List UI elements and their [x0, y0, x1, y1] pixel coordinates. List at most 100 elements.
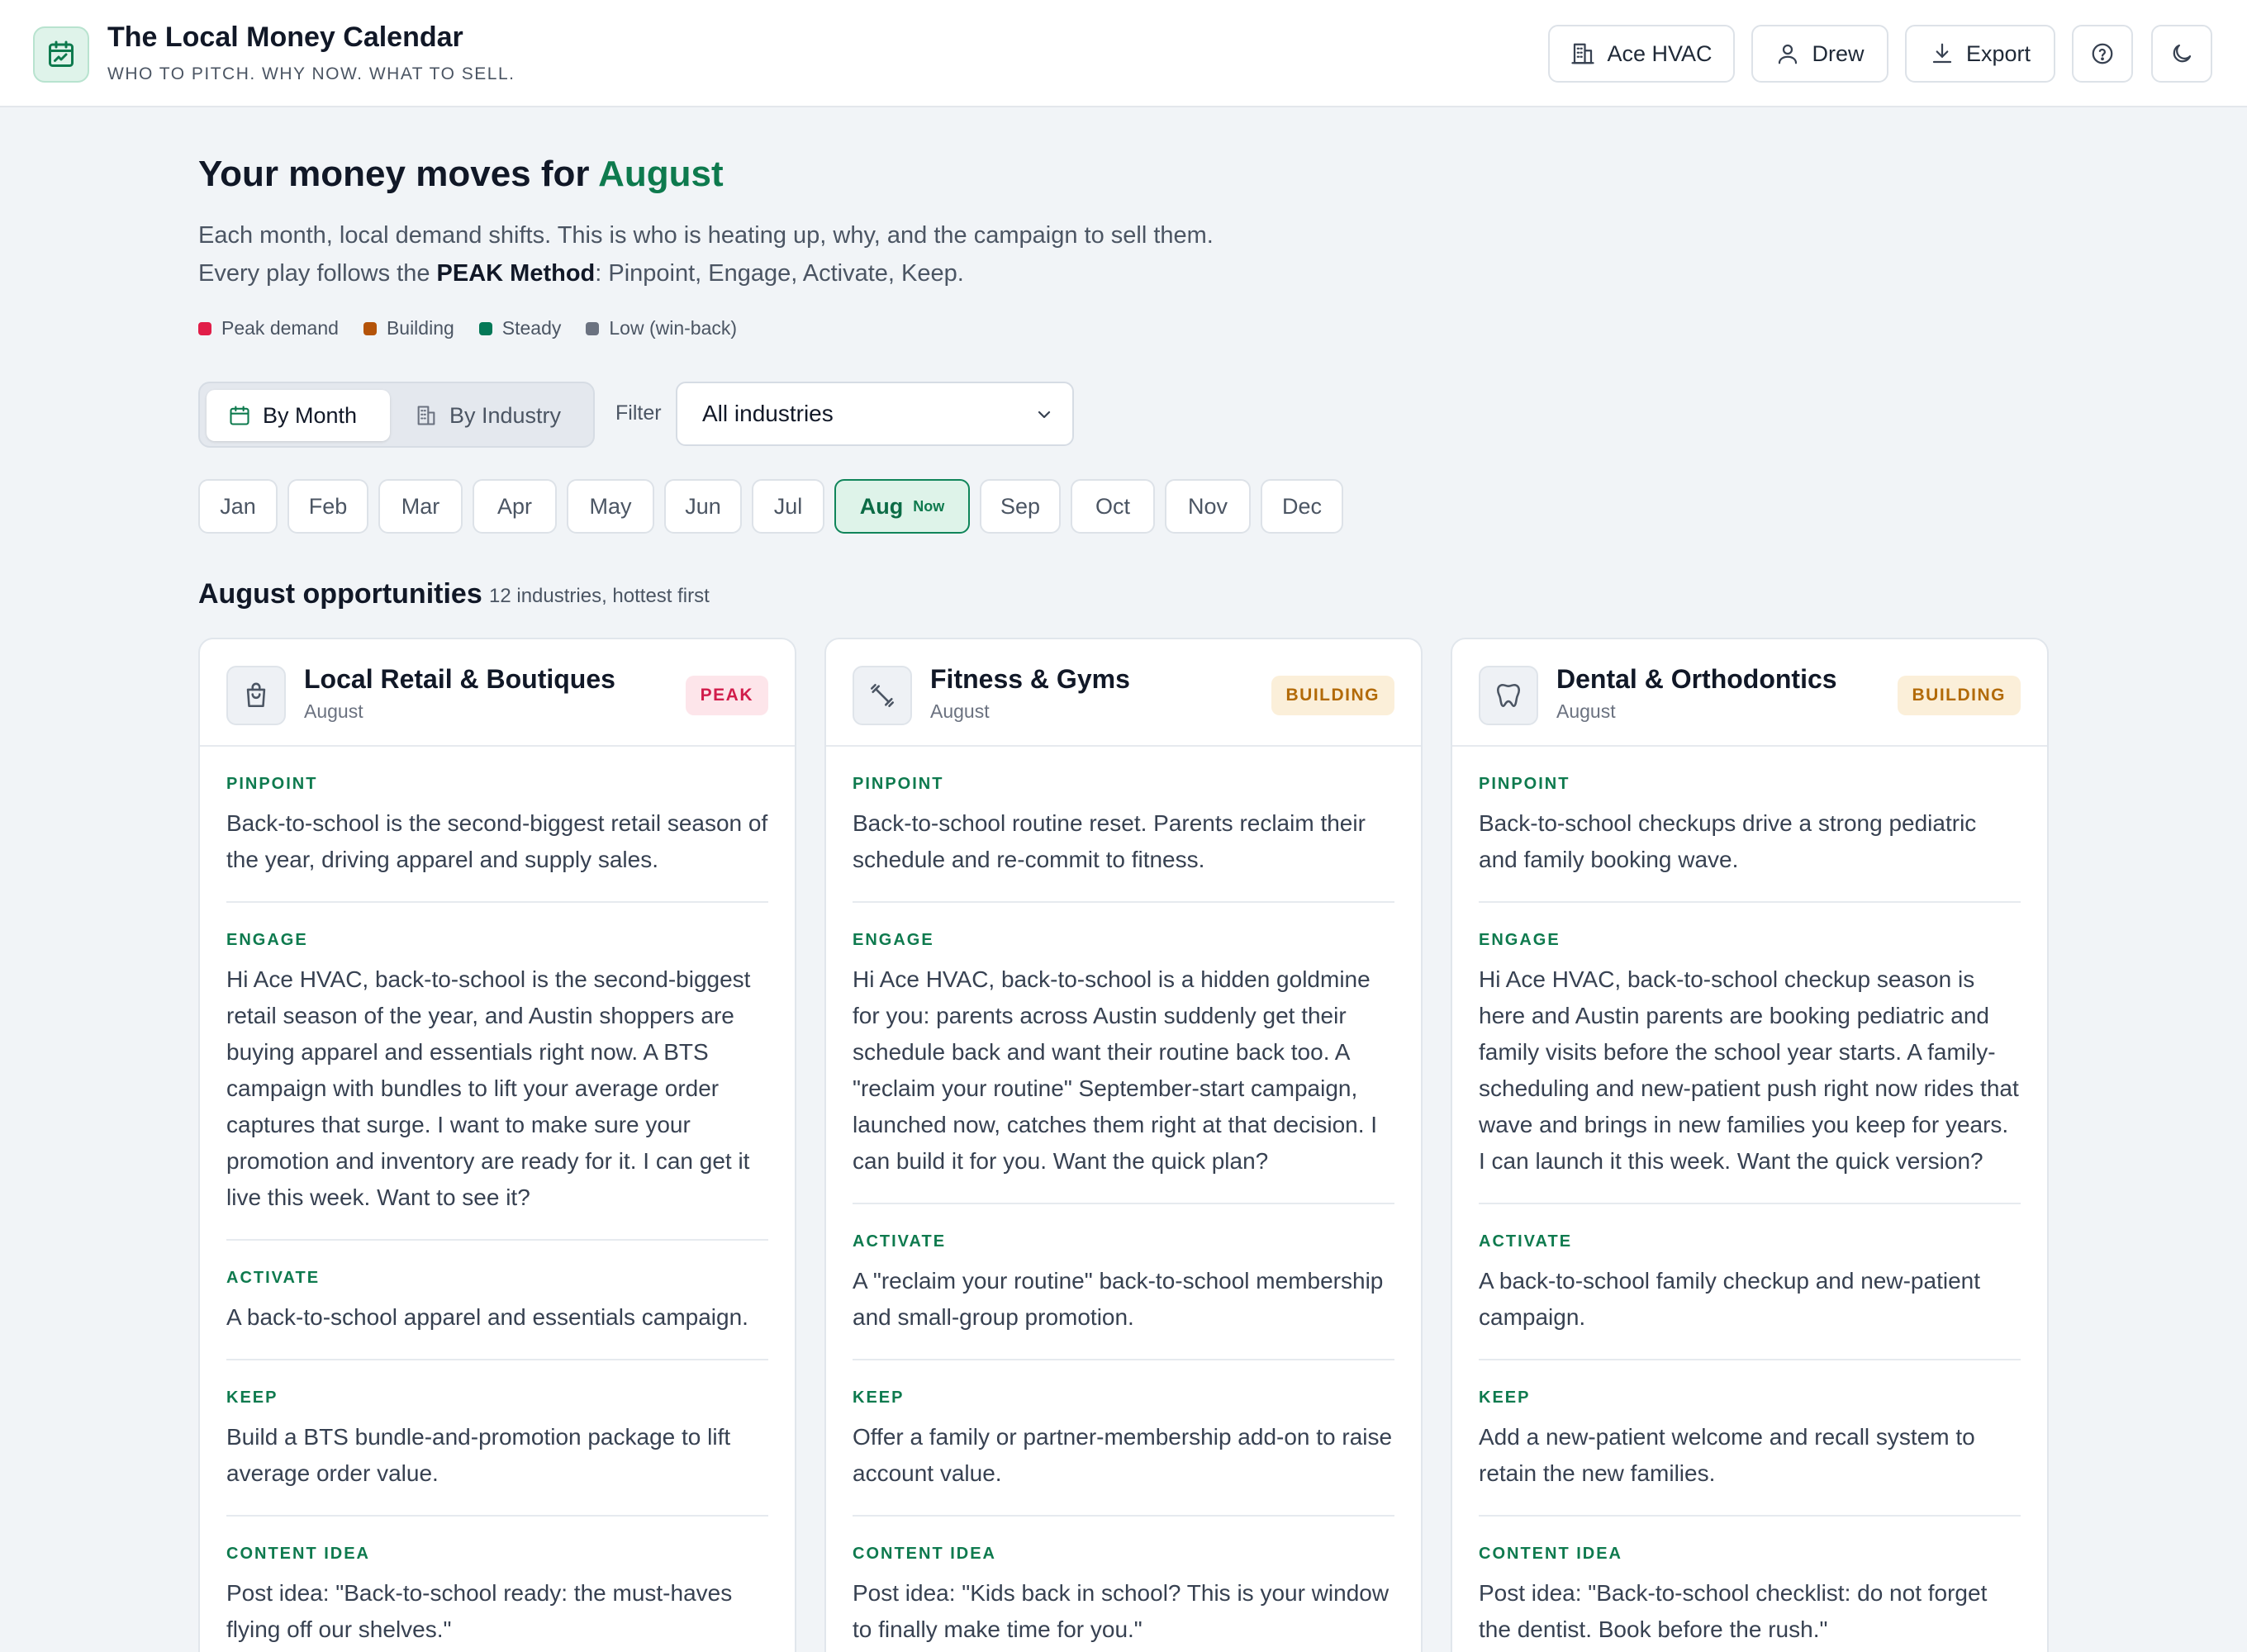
keep-text: Add a new-patient welcome and recall sys…: [1479, 1424, 1975, 1486]
user-label: Drew: [1812, 40, 1865, 66]
month-jul-button[interactable]: Jul: [752, 479, 824, 534]
content-idea-text: Post idea: "Back-to-school checklist: do…: [1479, 1580, 1988, 1642]
month-oct-button[interactable]: Oct: [1071, 479, 1155, 534]
industry-filter-select[interactable]: All industries: [676, 382, 1074, 446]
theme-toggle-button[interactable]: [2151, 25, 2212, 83]
section-label: PINPOINT: [1479, 775, 1570, 793]
description-line-1: Each month, local demand shifts. This is…: [198, 222, 1214, 249]
filter-label: Filter: [615, 401, 662, 425]
moon-icon: [2173, 44, 2192, 63]
keep-text: Build a BTS bundle-and-promotion package…: [226, 1424, 731, 1486]
demand-badge: BUILDING: [1271, 676, 1394, 715]
content-idea-section: CONTENT IDEA Post idea: "Back-to-school …: [226, 1517, 768, 1652]
business-switcher-button[interactable]: Ace HVAC: [1548, 25, 1735, 83]
page-title-prefix: Your money moves for: [198, 154, 590, 194]
month-nov-button[interactable]: Nov: [1165, 479, 1251, 534]
page-title: Your money moves for August: [198, 154, 724, 195]
user-button[interactable]: Drew: [1751, 25, 1888, 83]
keep-section: KEEP Add a new-patient welcome and recal…: [1479, 1360, 2021, 1517]
engage-text: Hi Ace HVAC, back-to-school is a hidden …: [853, 966, 1378, 1174]
filter-selected-value: All industries: [702, 401, 834, 426]
download-icon: [1932, 43, 1952, 64]
keep-section: KEEP Offer a family or partner-membershi…: [853, 1360, 1394, 1517]
month-jan-button[interactable]: Jan: [198, 479, 278, 534]
shopping-bag-icon: [226, 666, 286, 725]
card-title: Fitness & Gyms: [930, 664, 1130, 694]
section-label: KEEP: [853, 1389, 905, 1407]
activate-section: ACTIVATE A back-to-school family checkup…: [1479, 1204, 2021, 1360]
description-prefix: Every play follows the: [198, 260, 430, 287]
top-bar: The Local Money Calendar WHO TO PITCH. W…: [0, 0, 2247, 107]
card-month: August: [930, 700, 990, 722]
month-mar-button[interactable]: Mar: [378, 479, 463, 534]
industry-card: Dental & Orthodontics August BUILDING PI…: [1451, 638, 2049, 1652]
engage-section: ENGAGE Hi Ace HVAC, back-to-school is a …: [853, 903, 1394, 1204]
section-label: ACTIVATE: [226, 1269, 321, 1287]
section-label: ENGAGE: [226, 931, 308, 949]
help-button[interactable]: [2072, 25, 2133, 83]
description-line-2: Every play follows the PEAK Method: Pinp…: [198, 254, 1214, 292]
section-label: ACTIVATE: [853, 1232, 947, 1251]
section-label: PINPOINT: [853, 775, 944, 793]
activate-text: A back-to-school apparel and essentials …: [226, 1304, 748, 1330]
demand-badge: BUILDING: [1897, 676, 2021, 715]
demand-badge: PEAK: [685, 676, 768, 715]
month-selector: Jan Feb Mar Apr May Jun Jul Aug Now Sep …: [198, 479, 1343, 534]
pinpoint-text: Back-to-school checkups drive a strong p…: [1479, 810, 1977, 872]
calendar-icon: [230, 406, 249, 425]
activate-text: A back-to-school family checkup and new-…: [1479, 1268, 1980, 1330]
section-label: KEEP: [1479, 1389, 1531, 1407]
by-month-tab[interactable]: By Month: [207, 390, 390, 441]
activate-text: A "reclaim your routine" back-to-school …: [853, 1268, 1384, 1330]
by-industry-label: By Industry: [449, 402, 562, 428]
tooth-icon: [1479, 666, 1538, 725]
section-label: CONTENT IDEA: [226, 1545, 370, 1563]
now-badge: Now: [913, 497, 945, 515]
engage-text: Hi Ace HVAC, back-to-school checkup seas…: [1479, 966, 2019, 1174]
peak-method-label: PEAK Method: [436, 260, 596, 287]
engage-section: ENGAGE Hi Ace HVAC, back-to-school is th…: [226, 903, 768, 1241]
building-icon: [1571, 43, 1595, 64]
legend-item-steady: Steady: [478, 317, 561, 339]
card-month: August: [304, 700, 363, 722]
industry-card: Fitness & Gyms August BUILDING PINPOINT …: [824, 638, 1423, 1652]
content-idea-text: Post idea: "Kids back in school? This is…: [853, 1580, 1390, 1642]
by-industry-tab[interactable]: By Industry: [393, 390, 588, 441]
chevron-down-icon: [1038, 411, 1051, 419]
engage-section: ENGAGE Hi Ace HVAC, back-to-school check…: [1479, 903, 2021, 1204]
month-feb-button[interactable]: Feb: [287, 479, 368, 534]
content-idea-text: Post idea: "Back-to-school ready: the mu…: [226, 1580, 733, 1642]
pinpoint-text: Back-to-school is the second-biggest ret…: [226, 810, 768, 872]
month-sep-button[interactable]: Sep: [980, 479, 1061, 534]
pinpoint-section: PINPOINT Back-to-school checkups drive a…: [1479, 747, 2021, 903]
pinpoint-section: PINPOINT Back-to-school is the second-bi…: [226, 747, 768, 903]
pinpoint-section: PINPOINT Back-to-school routine reset. P…: [853, 747, 1394, 903]
card-month: August: [1556, 700, 1616, 722]
legend-item-low: Low (win-back): [586, 317, 737, 339]
month-aug-label: Aug: [859, 493, 904, 519]
month-jun-button[interactable]: Jun: [664, 479, 742, 534]
card-title: Local Retail & Boutiques: [304, 664, 615, 694]
legend-swatch: [586, 321, 600, 335]
section-label: ENGAGE: [1479, 931, 1561, 949]
activate-section: ACTIVATE A back-to-school apparel and es…: [226, 1241, 768, 1360]
month-dec-button[interactable]: Dec: [1261, 479, 1343, 534]
month-aug-button[interactable]: Aug Now: [834, 479, 970, 534]
month-may-button[interactable]: May: [567, 479, 654, 534]
section-label: PINPOINT: [226, 775, 318, 793]
by-month-label: By Month: [263, 402, 358, 428]
legend-swatch: [478, 321, 492, 335]
section-title: August opportunities: [198, 578, 482, 610]
section-label: ACTIVATE: [1479, 1232, 1573, 1251]
legend-swatch: [363, 321, 377, 335]
month-apr-button[interactable]: Apr: [473, 479, 557, 534]
help-circle-icon: [2092, 43, 2113, 64]
engage-text: Hi Ace HVAC, back-to-school is the secon…: [226, 966, 751, 1210]
legend-label: Building: [386, 317, 454, 339]
app-title: The Local Money Calendar: [107, 21, 463, 53]
keep-section: KEEP Build a BTS bundle-and-promotion pa…: [226, 1360, 768, 1517]
page-title-month: August: [598, 154, 724, 194]
export-button[interactable]: Export: [1905, 25, 2055, 83]
legend-item-building: Building: [363, 317, 454, 339]
app-subtitle: WHO TO PITCH. WHY NOW. WHAT TO SELL.: [107, 64, 515, 83]
